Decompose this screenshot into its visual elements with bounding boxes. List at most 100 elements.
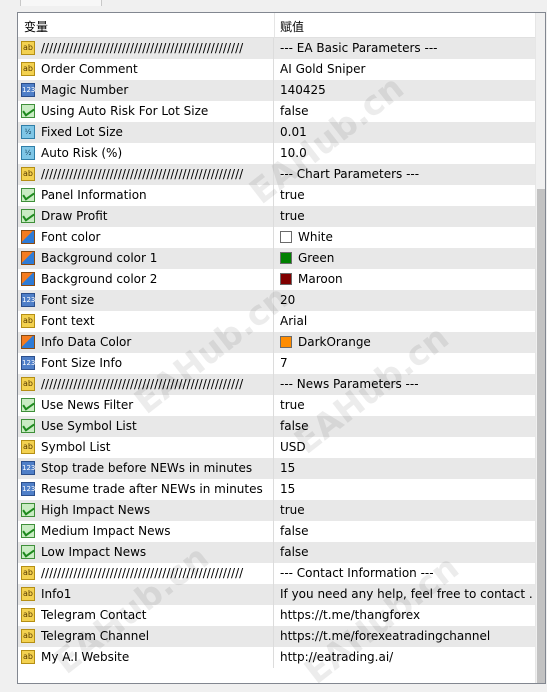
variable-value[interactable]: true — [280, 503, 532, 517]
table-row[interactable]: ½ Auto Risk (%) 10.0 — [18, 143, 535, 164]
table-row[interactable]: Use Symbol List false — [18, 416, 535, 437]
variable-value[interactable]: false — [280, 104, 532, 118]
variable-name: Font text — [41, 314, 95, 328]
table-row[interactable]: ab //////////////////////////////////////… — [18, 164, 535, 185]
table-row[interactable]: ab Info1 If you need any help, feel free t… — [18, 584, 535, 605]
table-row[interactable]: 123 Font Size Info 7 — [18, 353, 535, 374]
boolean-icon — [21, 398, 35, 412]
column-header-variable[interactable]: 变量 — [24, 18, 48, 35]
table-row[interactable]: ab Symbol List USD — [18, 437, 535, 458]
variable-name: Fixed Lot Size — [41, 125, 123, 139]
variable-name: Telegram Contact — [41, 608, 147, 622]
table-row[interactable]: Use News Filter true — [18, 395, 535, 416]
variable-value[interactable]: 140425 — [280, 83, 532, 97]
string-icon: ab — [21, 41, 35, 55]
variable-value[interactable]: Arial — [280, 314, 532, 328]
variable-value[interactable]: DarkOrange — [298, 335, 547, 349]
variable-value[interactable]: Maroon — [298, 272, 547, 286]
table-row[interactable]: ½ Fixed Lot Size 0.01 — [18, 122, 535, 143]
table-row[interactable]: ab //////////////////////////////////////… — [18, 38, 535, 59]
boolean-icon — [21, 104, 35, 118]
variable-name: ////////////////////////////////////////… — [41, 566, 244, 580]
variable-cell: ½ Auto Risk (%) — [18, 143, 274, 164]
variable-cell: 123 Magic Number — [18, 80, 274, 101]
variable-value[interactable]: --- Contact Information --- — [280, 566, 532, 580]
variable-value[interactable]: 15 — [280, 461, 532, 475]
variable-value[interactable]: https://t.me/forexeatradingchannel — [280, 629, 532, 643]
variable-value[interactable]: https://t.me/thangforex — [280, 608, 532, 622]
variable-name: Using Auto Risk For Lot Size — [41, 104, 209, 118]
variable-value[interactable]: 10.0 — [280, 146, 532, 160]
variable-value[interactable]: false — [280, 524, 532, 538]
boolean-icon — [21, 503, 35, 517]
variable-name: Panel Information — [41, 188, 147, 202]
table-row[interactable]: ab My A.I Website http://eatrading.ai/ — [18, 647, 535, 668]
table-row[interactable]: Background color 1 Green — [18, 248, 535, 269]
table-row[interactable]: Font color White — [18, 227, 535, 248]
variable-value[interactable]: --- News Parameters --- — [280, 377, 532, 391]
column-header-value[interactable]: 赋值 — [280, 18, 304, 35]
table-row[interactable]: Using Auto Risk For Lot Size false — [18, 101, 535, 122]
variable-value[interactable]: http://eatrading.ai/ — [280, 650, 532, 664]
variable-cell: Draw Profit — [18, 206, 274, 227]
table-row[interactable]: Medium Impact News false — [18, 521, 535, 542]
table-row[interactable]: ab Order Comment AI Gold Sniper — [18, 59, 535, 80]
variable-value[interactable]: true — [280, 188, 532, 202]
table-row[interactable]: ab Font text Arial — [18, 311, 535, 332]
variable-value[interactable]: USD — [280, 440, 532, 454]
color-swatch[interactable] — [280, 231, 292, 243]
boolean-icon — [21, 209, 35, 223]
variable-name: ////////////////////////////////////////… — [41, 377, 244, 391]
variable-cell: Info Data Color — [18, 332, 274, 353]
variable-name: Auto Risk (%) — [41, 146, 123, 160]
color-swatch[interactable] — [280, 252, 292, 264]
table-row[interactable]: ab //////////////////////////////////////… — [18, 563, 535, 584]
variable-name: High Impact News — [41, 503, 151, 517]
variable-value[interactable]: 0.01 — [280, 125, 532, 139]
variable-name: ////////////////////////////////////////… — [41, 167, 244, 181]
variable-value[interactable]: 7 — [280, 356, 532, 370]
variable-value[interactable]: AI Gold Sniper — [280, 62, 532, 76]
table-row[interactable]: ab Telegram Channel https://t.me/forexeatr… — [18, 626, 535, 647]
scrollbar-thumb[interactable] — [537, 189, 545, 683]
variable-value[interactable]: If you need any help, feel free to conta… — [280, 587, 532, 601]
variable-value[interactable]: Green — [298, 251, 547, 265]
vertical-scrollbar[interactable] — [535, 13, 545, 683]
table-row[interactable]: 123 Resume trade after NEWs in minutes 15 — [18, 479, 535, 500]
variable-value[interactable]: --- EA Basic Parameters --- — [280, 41, 532, 55]
color-swatch[interactable] — [280, 336, 292, 348]
table-row[interactable]: Low Impact News false — [18, 542, 535, 563]
variable-value[interactable]: false — [280, 545, 532, 559]
tab-inputs[interactable] — [20, 0, 102, 6]
variable-cell: ab Telegram Contact — [18, 605, 274, 626]
variable-value[interactable]: true — [280, 398, 532, 412]
table-row[interactable]: ab Telegram Contact https://t.me/thangfore… — [18, 605, 535, 626]
variable-name: Background color 2 — [41, 272, 158, 286]
variable-name: My A.I Website — [41, 650, 130, 664]
variable-cell: ab //////////////////////////////////////… — [18, 374, 274, 395]
color-swatch[interactable] — [280, 273, 292, 285]
variable-value[interactable]: true — [280, 209, 532, 223]
variable-value[interactable]: 20 — [280, 293, 532, 307]
variable-value[interactable]: false — [280, 419, 532, 433]
table-row[interactable]: Panel Information true — [18, 185, 535, 206]
table-row[interactable]: 123 Magic Number 140425 — [18, 80, 535, 101]
table-row[interactable]: 123 Stop trade before NEWs in minutes 15 — [18, 458, 535, 479]
table-row[interactable]: High Impact News true — [18, 500, 535, 521]
variable-cell: ab Telegram Channel — [18, 626, 274, 647]
column-divider[interactable] — [274, 13, 275, 37]
color-icon — [21, 230, 35, 244]
string-icon: ab — [21, 608, 35, 622]
variable-cell: ab //////////////////////////////////////… — [18, 38, 274, 59]
table-row[interactable]: Info Data Color DarkOrange — [18, 332, 535, 353]
variable-value[interactable]: 15 — [280, 482, 532, 496]
table-row[interactable]: Background color 2 Maroon — [18, 269, 535, 290]
variable-value[interactable]: --- Chart Parameters --- — [280, 167, 532, 181]
table-row[interactable]: 123 Font size 20 — [18, 290, 535, 311]
table-body: ab //////////////////////////////////////… — [18, 38, 535, 668]
variable-cell: Using Auto Risk For Lot Size — [18, 101, 274, 122]
variable-name: ////////////////////////////////////////… — [41, 41, 244, 55]
table-row[interactable]: Draw Profit true — [18, 206, 535, 227]
variable-value[interactable]: White — [298, 230, 547, 244]
table-row[interactable]: ab //////////////////////////////////////… — [18, 374, 535, 395]
